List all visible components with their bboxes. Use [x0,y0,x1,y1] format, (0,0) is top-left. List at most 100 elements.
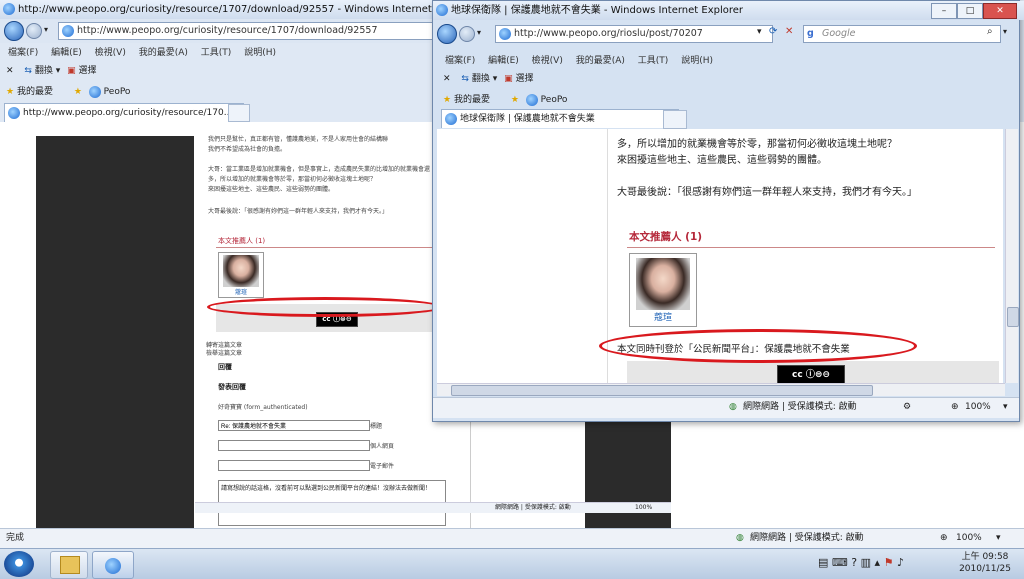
forward-button[interactable] [26,23,42,39]
menu-help[interactable]: 說明(H) [244,48,276,58]
back-text-line2: 我們不希望成為社會的負擔。 [208,146,287,153]
add-favorite-icon[interactable]: ★ [511,95,519,105]
start-button[interactable] [4,551,34,577]
peopo-link[interactable]: PeoPo [104,87,131,97]
chevron-down-icon[interactable]: ▾ [1003,399,1008,416]
menu-edit[interactable]: 編輯(E) [51,48,82,58]
menu-file[interactable]: 檔案(F) [8,48,38,58]
help-icon[interactable]: ? [851,556,857,569]
taskbar-explorer-button[interactable] [50,551,88,579]
front-favorites-bar: ★ 我的最愛 ★ PeoPo [443,92,567,106]
refresh-icon[interactable]: ⟳ [769,26,777,37]
protected-mode-icon[interactable]: ⚙ [903,399,911,416]
chevron-down-icon[interactable]: ▾ [56,66,63,76]
front-text-line1: 多，所以增加的就業機會等於零，那當初何必徵收這塊土地呢？ [617,139,897,150]
volume-icon[interactable]: ♪ [897,556,904,569]
subject-input[interactable] [218,420,370,431]
system-tray: ▤ ⌨ ? ▥ ▴ ⚑ ♪ [818,556,904,569]
inner-status-bar: 網際網路 | 受保護模式: 啟動 100% [195,502,671,513]
back-photo-name[interactable]: 蔻瑄 [219,287,263,296]
horizontal-scrollbar[interactable] [437,383,1005,396]
front-recommender-photo[interactable]: 蔻瑄 [629,253,697,327]
back-text-para2b: 多，所以增加的就業機會等於零，那當初何必徵收這塊土地呢？ [208,176,377,183]
close-button[interactable]: ✕ [983,3,1017,19]
front-window-title: 地球保衛隊 | 保護農地就不會失業 - Windows Internet Exp… [451,5,744,16]
globe-icon: ◍ [736,533,744,543]
menu-file[interactable]: 檔案(F) [445,56,475,66]
h-scrollbar-thumb[interactable] [451,385,873,396]
chevron-down-icon[interactable]: ▾ [493,74,500,84]
back-address-bar[interactable]: http://www.peopo.org/curiosity/resource/… [58,22,450,40]
chevron-down-icon[interactable]: ▾ [477,28,481,37]
left-dark-panel [36,136,194,528]
scrollbar-thumb[interactable] [1007,307,1019,327]
minimize-button[interactable]: – [931,3,957,19]
chevron-down-icon[interactable]: ▾ [1003,27,1007,36]
report-article-link[interactable]: 檢舉這篇文章 [206,348,242,357]
chevron-down-icon[interactable]: ▾ [996,530,1001,547]
ie-icon [436,4,448,16]
post-reply-heading: 發表回覆 [218,383,246,391]
clock-date: 2010/11/25 [959,564,1011,574]
menu-edit[interactable]: 編輯(E) [488,56,519,66]
network-icon[interactable]: ▥ [861,556,871,569]
taskbar-ie-button[interactable] [92,551,134,579]
flag-icon[interactable]: ⚑ [884,556,894,569]
email-input[interactable] [218,460,370,471]
status-zoom-text[interactable]: 100% [956,530,982,547]
inner-status-zoom[interactable]: 100% [635,503,652,513]
favorites-button[interactable]: 我的最愛 [17,87,53,97]
back-window-titlebar[interactable]: http://www.peopo.org/curiosity/resource/… [0,0,448,19]
new-tab-button[interactable] [663,110,687,129]
keyboard-icon[interactable]: ▤ [818,556,828,569]
peopo-link[interactable]: PeoPo [541,95,568,105]
add-favorite-icon[interactable]: ★ [74,87,82,97]
back-button[interactable] [437,24,457,44]
highlight-ellipse-back [207,297,443,317]
menu-tools[interactable]: 工具(T) [638,56,669,66]
menu-view[interactable]: 檢視(V) [532,56,563,66]
vertical-scrollbar[interactable] [1005,129,1019,383]
menu-tools[interactable]: 工具(T) [201,48,232,58]
front-left-margin [443,129,608,383]
translate-button[interactable]: 翻換 [472,74,490,84]
forward-button[interactable] [459,26,475,42]
zoom-icon[interactable]: ⊕ [940,530,948,547]
front-photo-name[interactable]: 蔻瑄 [630,310,696,323]
front-status-zoom[interactable]: 100% [965,399,991,416]
menu-favorites[interactable]: 我的最愛(A) [139,48,188,58]
new-tab-button[interactable] [228,104,250,122]
select-button[interactable]: 選擇 [79,66,97,76]
search-icon[interactable]: ⌕ [987,26,993,37]
close-icon[interactable]: ✕ [443,74,451,84]
back-text-para2: 大哥：當工業區是增加就業機會，但是事實上，造成農民失業的比增加的就業機會還 [208,166,431,173]
back-tab-active[interactable]: http://www.peopo.org/curiosity/resource/… [4,103,244,122]
front-address-bar[interactable]: http://www.peopo.org/rioslu/post/70207 [495,25,773,43]
zoom-icon[interactable]: ⊕ [951,399,959,416]
input-icon[interactable]: ⌨ [832,556,848,569]
chevron-down-icon[interactable]: ▾ [44,25,48,34]
search-input[interactable]: g Google [803,25,1001,43]
menu-view[interactable]: 檢視(V) [95,48,126,58]
homepage-input[interactable] [218,440,370,451]
select-button[interactable]: 選擇 [516,74,534,84]
back-recommender-photo[interactable]: 蔻瑄 [218,252,264,298]
front-tab-active[interactable]: 地球保衛隊 | 保護農地就不會失業 [441,109,679,128]
star-icon: ★ [443,95,452,105]
close-icon[interactable]: ✕ [6,66,14,76]
favorites-button[interactable]: 我的最愛 [454,95,490,105]
highlight-ellipse-front [599,329,917,363]
search-placeholder: Google [822,28,856,39]
avatar [636,258,690,310]
expand-tray-icon[interactable]: ▴ [875,556,881,569]
stop-icon[interactable]: ✕ [785,26,793,37]
back-button[interactable] [4,21,24,41]
reply-heading: 回覆 [218,363,232,371]
chevron-down-icon[interactable]: ▾ [757,27,762,37]
menu-help[interactable]: 說明(H) [681,56,713,66]
translate-button[interactable]: 翻換 [35,66,53,76]
maximize-button[interactable]: □ [957,3,983,19]
cc-license-icon[interactable]: cc ⓘ⊜⊖ [777,365,845,383]
menu-favorites[interactable]: 我的最愛(A) [576,56,625,66]
clock[interactable]: 上午 09:58 2010/11/25 [950,551,1020,575]
